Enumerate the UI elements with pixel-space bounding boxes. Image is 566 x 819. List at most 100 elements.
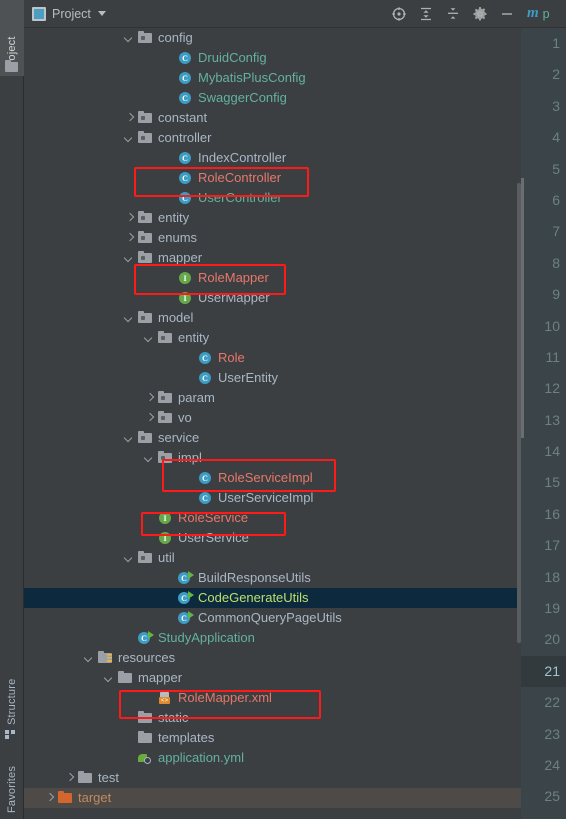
tree-row-enums[interactable]: enums (24, 228, 521, 248)
tree-row-label: CodeGenerateUtils (198, 590, 309, 605)
tree-row-rolemapper[interactable]: I RoleMapper (24, 268, 521, 288)
line-number: 20 (544, 631, 560, 648)
line-number: 14 (544, 443, 560, 460)
tree-row-druidconfig[interactable]: C DruidConfig (24, 48, 521, 68)
tree-row-roleservice[interactable]: I RoleService (24, 508, 521, 528)
chevron-down-icon[interactable] (84, 653, 95, 664)
chevron-right-icon[interactable] (124, 233, 135, 244)
java-class-icon: C (177, 170, 193, 186)
tree-row-model[interactable]: model (24, 308, 521, 328)
tool-tab-favorites[interactable]: Favorites (0, 737, 24, 817)
scroll-from-source-icon[interactable] (391, 6, 407, 22)
tool-tab-structure[interactable]: Structure (0, 659, 24, 729)
yaml-file-icon (137, 750, 153, 766)
line-number: 16 (544, 505, 560, 522)
no-arrow-spacer (124, 633, 135, 644)
idea-window: Project Structure Favorites Project conf… (0, 0, 566, 819)
tree-row-templates[interactable]: templates (24, 728, 521, 748)
no-arrow-spacer (124, 713, 135, 724)
tree-row-codegenerateutils[interactable]: C CodeGenerateUtils (24, 588, 521, 608)
tree-row-entity[interactable]: entity (24, 208, 521, 228)
java-class-icon: C (177, 150, 193, 166)
tree-row-mybatisplusconfig[interactable]: C MybatisPlusConfig (24, 68, 521, 88)
tree-row-label: IndexController (198, 150, 287, 165)
chevron-right-icon[interactable] (144, 393, 155, 404)
tree-row-constant[interactable]: constant (24, 108, 521, 128)
java-interface-icon: I (157, 530, 173, 546)
gear-icon[interactable] (472, 6, 488, 22)
tree-row-controller[interactable]: controller (24, 128, 521, 148)
tree-row-mapper[interactable]: mapper (24, 248, 521, 268)
tree-row-label: UserController (198, 190, 282, 205)
tree-row-resources[interactable]: resources (24, 648, 521, 668)
tree-row-role[interactable]: C Role (24, 348, 521, 368)
panel-title: Project (52, 6, 91, 21)
no-arrow-spacer (164, 593, 175, 604)
tree-row-param[interactable]: param (24, 388, 521, 408)
tree-row-label: UserMapper (198, 290, 270, 305)
java-class-icon: C (177, 70, 193, 86)
chevron-down-icon[interactable] (124, 133, 135, 144)
tree-row-userserviceimpl[interactable]: C UserServiceImpl (24, 488, 521, 508)
tree-row-config[interactable]: config (24, 28, 521, 48)
tree-row-userentity[interactable]: C UserEntity (24, 368, 521, 388)
tree-row-service[interactable]: service (24, 428, 521, 448)
chevron-right-icon[interactable] (124, 213, 135, 224)
chevron-down-icon[interactable] (144, 333, 155, 344)
tree-row-label: DruidConfig (198, 50, 267, 65)
editor-scrollbar[interactable] (521, 178, 524, 438)
tree-row-entity[interactable]: entity (24, 328, 521, 348)
tree-row-static[interactable]: static (24, 708, 521, 728)
chevron-right-icon[interactable] (144, 413, 155, 424)
chevron-down-icon[interactable] (124, 313, 135, 324)
tree-row-roleserviceimpl[interactable]: C RoleServiceImpl (24, 468, 521, 488)
folder-icon (137, 250, 153, 266)
tree-row-swaggerconfig[interactable]: C SwaggerConfig (24, 88, 521, 108)
java-class-icon: C (177, 190, 193, 206)
tree-row-label: constant (158, 110, 208, 125)
chevron-down-icon[interactable] (124, 433, 135, 444)
chevron-down-icon[interactable] (124, 253, 135, 264)
tree-row-userservice[interactable]: I UserService (24, 528, 521, 548)
tree-row-mapper[interactable]: mapper (24, 668, 521, 688)
tree-row-test[interactable]: test (24, 768, 521, 788)
tree-row-target[interactable]: target (24, 788, 521, 808)
project-tree[interactable]: config C DruidConfig C MybatisPlusConfig C Swa… (24, 28, 521, 819)
tree-row-label: mapper (138, 670, 183, 685)
chevron-down-icon[interactable] (124, 33, 135, 44)
tree-row-vo[interactable]: vo (24, 408, 521, 428)
tree-row-application-yml[interactable]: application.yml (24, 748, 521, 768)
expand-all-icon[interactable] (418, 6, 434, 22)
chevron-down-icon[interactable] (104, 673, 115, 684)
tree-row-util[interactable]: util (24, 548, 521, 568)
chevron-right-icon[interactable] (124, 113, 135, 124)
editor-tab-label[interactable]: p (543, 7, 550, 21)
tree-row-indexcontroller[interactable]: C IndexController (24, 148, 521, 168)
no-arrow-spacer (124, 753, 135, 764)
tool-tab-structure-label: Structure (6, 678, 18, 725)
tree-row-commonquerypageutils[interactable]: C CommonQueryPageUtils (24, 608, 521, 628)
chevron-down-icon[interactable] (144, 453, 155, 464)
line-number: 24 (544, 756, 560, 773)
tree-row-studyapplication[interactable]: C StudyApplication (24, 628, 521, 648)
minimize-icon[interactable] (499, 6, 515, 22)
no-arrow-spacer (164, 193, 175, 204)
folder-icon (137, 730, 153, 746)
collapse-all-icon[interactable] (445, 6, 461, 22)
line-number: 4 (552, 129, 560, 146)
tree-row-buildresponseutils[interactable]: C BuildResponseUtils (24, 568, 521, 588)
chevron-right-icon[interactable] (44, 793, 55, 804)
tree-row-impl[interactable]: impl (24, 448, 521, 468)
chevron-right-icon[interactable] (64, 773, 75, 784)
tree-row-usermapper[interactable]: I UserMapper (24, 288, 521, 308)
panel-toolbar (391, 0, 515, 28)
folder-icon (137, 230, 153, 246)
tree-row-label: impl (178, 450, 202, 465)
chevron-down-icon[interactable] (124, 553, 135, 564)
tree-row-rolecontroller[interactable]: C RoleController (24, 168, 521, 188)
tree-row-usercontroller[interactable]: C UserController (24, 188, 521, 208)
tree-row-label: model (158, 310, 194, 325)
line-number: 12 (544, 380, 560, 397)
chevron-down-icon[interactable] (97, 11, 106, 16)
tree-row-rolemapper-xml[interactable]: <> RoleMapper.xml (24, 688, 521, 708)
